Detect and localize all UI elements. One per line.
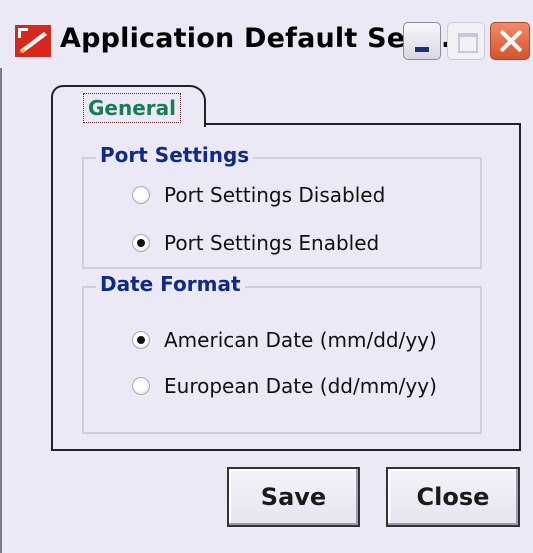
title-bar[interactable]: Application Default Setti... bbox=[0, 0, 533, 68]
close-icon[interactable] bbox=[490, 22, 530, 60]
radio-button-unchecked[interactable] bbox=[132, 186, 150, 204]
date-format-group: Date Format American Date (mm/dd/yy) Eur… bbox=[82, 272, 482, 434]
radio-button-checked[interactable] bbox=[132, 331, 150, 349]
port-settings-title: Port Settings bbox=[96, 143, 254, 167]
maximize-icon bbox=[447, 22, 485, 60]
radio-label: European Date (dd/mm/yy) bbox=[164, 374, 437, 398]
minimize-icon[interactable] bbox=[403, 22, 441, 60]
save-button[interactable]: Save bbox=[227, 467, 360, 527]
radio-label: American Date (mm/dd/yy) bbox=[164, 328, 437, 352]
radio-button-unchecked[interactable] bbox=[132, 377, 150, 395]
close-button[interactable]: Close bbox=[386, 467, 520, 527]
radio-european-date[interactable]: European Date (dd/mm/yy) bbox=[132, 374, 437, 398]
app-icon[interactable] bbox=[14, 24, 52, 58]
radio-label: Port Settings Enabled bbox=[164, 231, 380, 255]
radio-port-settings-disabled[interactable]: Port Settings Disabled bbox=[132, 183, 385, 207]
radio-label: Port Settings Disabled bbox=[164, 183, 386, 207]
date-format-title: Date Format bbox=[96, 272, 245, 296]
radio-american-date[interactable]: American Date (mm/dd/yy) bbox=[132, 328, 437, 352]
settings-window: Application Default Setti... General Por… bbox=[0, 0, 533, 553]
tab-general[interactable]: General bbox=[51, 85, 206, 127]
radio-button-checked[interactable] bbox=[132, 234, 150, 252]
tab-general-label: General bbox=[83, 93, 181, 123]
radio-port-settings-enabled[interactable]: Port Settings Enabled bbox=[132, 231, 379, 255]
port-settings-group: Port Settings Port Settings Disabled Por… bbox=[82, 143, 482, 269]
window-frame-edge bbox=[0, 68, 2, 553]
